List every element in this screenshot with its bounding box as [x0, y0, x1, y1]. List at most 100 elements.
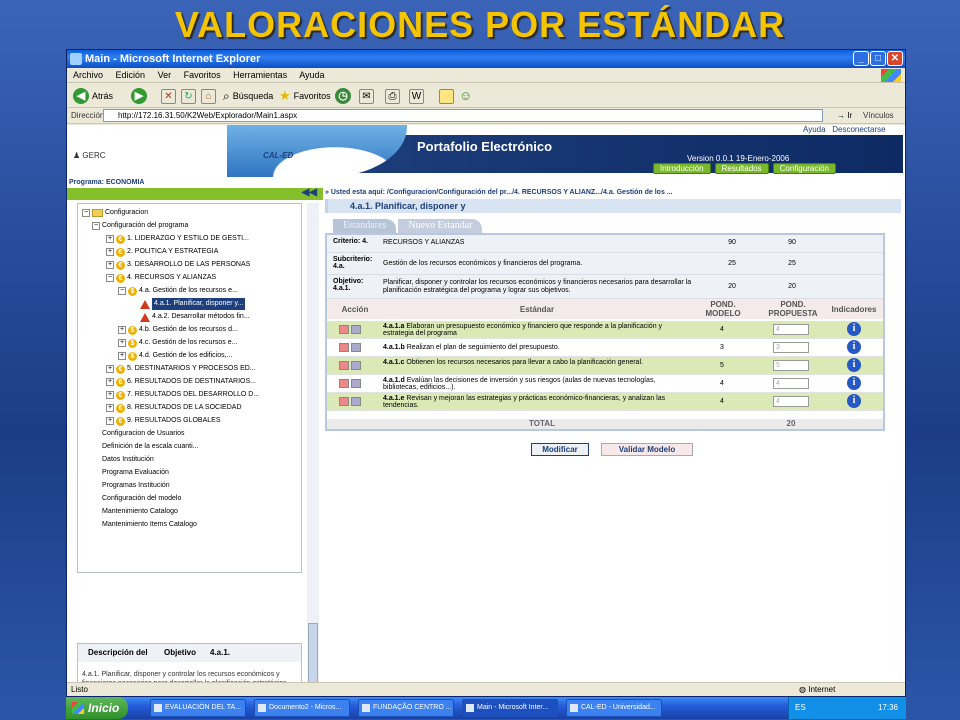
start-button[interactable]: Inicio [66, 697, 128, 719]
collapse-icon[interactable]: − [82, 209, 90, 217]
edit-icon[interactable] [339, 325, 349, 334]
tree-item[interactable]: + $ 4.b. Gestión de los recursos d... [118, 324, 238, 336]
expand-icon[interactable]: + [118, 326, 126, 334]
collapse-icon[interactable]: − [92, 222, 100, 230]
links-button[interactable]: Vínculos [863, 108, 894, 124]
ayuda-link[interactable]: Ayuda [803, 125, 826, 134]
menu-ver[interactable]: Ver [158, 70, 172, 80]
tree-item[interactable]: − € 4. RECURSOS Y ALIANZAS [106, 272, 216, 284]
delete-icon[interactable] [351, 325, 361, 334]
info-icon[interactable]: i [847, 322, 861, 336]
tree-item[interactable]: + € 3. DESARROLLO DE LAS PERSONAS [106, 259, 250, 271]
tree-item[interactable]: + € 8. RESULTADOS DE LA SOCIEDAD [106, 402, 242, 414]
tree-item[interactable]: Mantenimiento Items Catalogo [102, 519, 197, 531]
propuesta-input[interactable]: 3 [773, 342, 809, 353]
go-button[interactable]: → Ir [837, 108, 852, 124]
print-button[interactable]: ⎙ [385, 87, 400, 105]
delete-icon[interactable] [351, 343, 361, 352]
taskbar-item[interactable]: Documento2 - Micros... [254, 699, 350, 717]
maximize-button[interactable]: □ [870, 51, 886, 66]
menu-edicion[interactable]: Edición [116, 70, 146, 80]
menu-archivo[interactable]: Archivo [73, 70, 103, 80]
edit-icon[interactable] [339, 361, 349, 370]
taskbar-item-active[interactable]: Main - Microsoft Inter... [462, 699, 558, 717]
nav-configuracion[interactable]: Configuración [772, 163, 836, 174]
edit-icon[interactable] [339, 343, 349, 352]
tab-nuevo-estandar[interactable]: Nuevo Estandar [398, 219, 483, 233]
propuesta-input[interactable]: 4 [773, 396, 809, 407]
tree-item[interactable]: 4.a.2. Desarrollar métodos fin... [140, 311, 250, 323]
info-icon[interactable]: i [847, 376, 861, 390]
back-button[interactable]: ◀ Atrás [73, 87, 113, 105]
collapse-panel-icon[interactable]: ◀◀ [302, 187, 317, 198]
menu-herramientas[interactable]: Herramientas [233, 70, 287, 80]
expand-icon[interactable]: + [118, 339, 126, 347]
tree-item[interactable]: + € 2. POLITICA Y ESTRATEGIA [106, 246, 218, 258]
info-icon[interactable]: i [847, 358, 861, 372]
modificar-button[interactable]: Modificar [531, 443, 589, 456]
edit-icon[interactable] [339, 379, 349, 388]
notes-button[interactable] [439, 87, 454, 105]
edit-icon[interactable] [339, 397, 349, 406]
minimize-button[interactable]: _ [853, 51, 869, 66]
propuesta-input[interactable]: 4 [773, 324, 809, 335]
history-button[interactable]: ◷ [335, 87, 351, 105]
tree-item-selected[interactable]: 4.a.1. Planificar, disponer y... [140, 298, 246, 310]
info-icon[interactable]: i [847, 340, 861, 354]
delete-icon[interactable] [351, 361, 361, 370]
favorites-button[interactable]: ★ Favoritos [279, 87, 331, 105]
expand-icon[interactable]: + [106, 235, 114, 243]
tree-item[interactable]: + € 6. RESULTADOS DE DESTINATARIOS... [106, 376, 256, 388]
taskbar-item[interactable]: FUNDAÇÃO CENTRO ... [358, 699, 454, 717]
nav-resultados[interactable]: Resultados [714, 163, 769, 174]
refresh-button[interactable]: ↻ [181, 87, 196, 105]
taskbar-item[interactable]: CAL-ED - Universidad... [566, 699, 662, 717]
tree-item[interactable]: + € 9. RESULTADOS GLOBALES [106, 415, 221, 427]
tree-item[interactable]: Definición de la escala cuanti... [102, 441, 199, 453]
expand-icon[interactable]: + [106, 248, 114, 256]
tree-item[interactable]: + € 7. RESULTADOS DEL DESARROLLO D... [106, 389, 259, 401]
close-button[interactable]: ✕ [887, 51, 903, 66]
edit-button[interactable]: W [409, 87, 424, 105]
home-button[interactable]: ⌂ [201, 87, 216, 105]
tree-item[interactable]: + € 5. DESTINATARIOS Y PROCESOS ED... [106, 363, 256, 375]
delete-icon[interactable] [351, 379, 361, 388]
stop-button[interactable]: ✕ [161, 87, 176, 105]
desconectarse-link[interactable]: Desconectarse [832, 125, 885, 134]
window-titlebar[interactable]: Main - Microsoft Internet Explorer _ □ ✕ [67, 50, 905, 68]
tree-item[interactable]: Mantenimiento Catalogo [102, 506, 178, 518]
validar-modelo-button[interactable]: Validar Modelo [601, 443, 693, 456]
scrollbar-thumb[interactable] [308, 623, 318, 682]
expand-icon[interactable]: + [106, 378, 114, 386]
tree-item[interactable]: Datos Institución [102, 454, 154, 466]
expand-icon[interactable]: + [106, 404, 114, 412]
tree-item[interactable]: Programa Evaluación [102, 467, 169, 479]
language-indicator[interactable]: ES [795, 703, 806, 712]
expand-icon[interactable]: + [118, 352, 126, 360]
nav-introduccion[interactable]: Introducción [653, 163, 711, 174]
tree-item[interactable]: + € 1. LIDERAZGO Y ESTILO DE GESTI... [106, 233, 249, 245]
delete-icon[interactable] [351, 397, 361, 406]
tree-item[interactable]: + $ 4.c. Gestión de los recursos e... [118, 337, 237, 349]
menu-ayuda[interactable]: Ayuda [299, 70, 324, 80]
collapse-icon[interactable]: − [106, 274, 114, 282]
propuesta-input[interactable]: 4 [773, 378, 809, 389]
expand-icon[interactable]: + [106, 417, 114, 425]
messenger-button[interactable]: ☺ [459, 87, 472, 105]
tree-item[interactable]: Configuracion de Usuarios [102, 428, 185, 440]
propuesta-input[interactable]: 5 [773, 360, 809, 371]
expand-icon[interactable]: + [106, 261, 114, 269]
tree-item[interactable]: Configuración del modelo [102, 493, 181, 505]
search-button[interactable]: ⌕ Búsqueda [223, 87, 273, 105]
tab-estandares[interactable]: Estandares [333, 219, 397, 233]
forward-button[interactable]: ▶ [131, 87, 147, 105]
address-input[interactable]: http://172.16.31.50/K2Web/Explorador/Mai… [103, 109, 823, 122]
tree-item[interactable]: − Configuracion [82, 207, 148, 219]
collapse-icon[interactable]: − [118, 287, 126, 295]
expand-icon[interactable]: + [106, 365, 114, 373]
tree-item[interactable]: − $ 4.a. Gestión de los recursos e... [118, 285, 238, 297]
tree-item[interactable]: + $ 4.d. Gestión de los edificios,... [118, 350, 232, 362]
tree-item[interactable]: − Configuración del programa [92, 220, 188, 232]
tree-item[interactable]: Programas Institución [102, 480, 170, 492]
menu-favoritos[interactable]: Favoritos [184, 70, 221, 80]
